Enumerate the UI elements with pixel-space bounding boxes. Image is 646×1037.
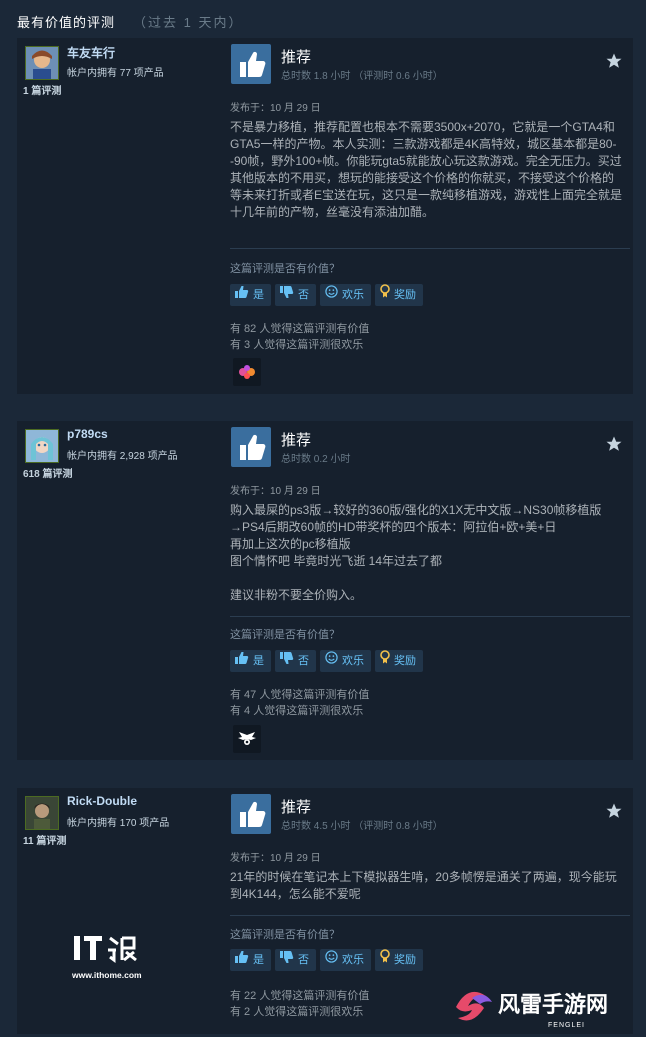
author-products[interactable]: 帐户内拥有 170 项产品	[67, 814, 169, 829]
posted-date: 发布于：10 月 29 日	[230, 853, 321, 864]
divider	[230, 248, 630, 249]
award-button[interactable]: 奖励	[375, 949, 423, 971]
vote-buttons: 是否欢乐 奖励	[230, 650, 427, 672]
thumbs-down-icon	[280, 949, 294, 971]
playtime: 总时数 0.2 小时	[281, 454, 351, 465]
review-verdict: 推荐	[281, 49, 312, 66]
vote-buttons: 是否欢乐 奖励	[230, 949, 427, 971]
star-icon[interactable]	[605, 435, 623, 453]
thumbs-down-icon	[280, 284, 294, 306]
section-title: 最有价值的评测	[17, 15, 116, 30]
award-icon	[380, 949, 390, 971]
avatar[interactable]	[25, 429, 59, 463]
playtime: 总时数 1.8 小时 （评测时 0.6 小时）	[281, 71, 443, 82]
author-name[interactable]: Rick-Double	[67, 794, 137, 808]
thumbs-down-icon	[280, 650, 294, 672]
smiley-icon	[325, 650, 338, 672]
thumbs-up-icon	[235, 650, 249, 672]
avatar[interactable]	[25, 796, 59, 830]
funny-count: 有 2 人觉得这篇评测很欢乐	[230, 1006, 364, 1018]
helpful-question: 这篇评测是否有价值？	[230, 629, 340, 641]
vote-no-button[interactable]: 否	[275, 949, 316, 971]
review-card: p789cs 帐户内拥有 2,928 项产品 618 篇评测 推荐 总时数 0.…	[17, 421, 633, 760]
funny-count: 有 4 人觉得这篇评测很欢乐	[230, 705, 364, 717]
award-wings-icon[interactable]	[233, 725, 261, 753]
vote-yes-button[interactable]: 是	[230, 949, 271, 971]
vote-no-button[interactable]: 否	[275, 284, 316, 306]
posted-date: 发布于：10 月 29 日	[230, 486, 321, 497]
smiley-icon	[325, 949, 338, 971]
playtime: 总时数 4.5 小时 （评测时 0.8 小时）	[281, 821, 443, 832]
thumbs-up-icon	[231, 44, 271, 84]
author-review-count[interactable]: 1 篇评测	[23, 82, 61, 97]
posted-date: 发布于：10 月 29 日	[230, 103, 321, 114]
review-verdict: 推荐	[281, 799, 312, 816]
divider	[230, 915, 630, 916]
award-button[interactable]: 奖励	[375, 284, 423, 306]
vote-funny-button[interactable]: 欢乐	[320, 650, 371, 672]
avatar[interactable]	[25, 46, 59, 80]
thumbs-up-icon	[231, 794, 271, 834]
vote-yes-button[interactable]: 是	[230, 284, 271, 306]
author-name[interactable]: p789cs	[67, 427, 108, 441]
vote-funny-button[interactable]: 欢乐	[320, 284, 371, 306]
section-subtitle: （过去 1 天内）	[133, 15, 244, 30]
fenglei-name: 风雷手游网	[498, 992, 608, 1018]
award-icon	[380, 284, 390, 306]
thumbs-up-icon	[235, 949, 249, 971]
author-products[interactable]: 帐户内拥有 2,928 项产品	[67, 447, 178, 462]
author-review-count[interactable]: 618 篇评测	[23, 465, 72, 480]
smiley-icon	[325, 284, 338, 306]
helpful-count: 有 82 人觉得这篇评测有价值	[230, 323, 370, 335]
helpful-question: 这篇评测是否有价值？	[230, 263, 340, 275]
vote-no-button[interactable]: 否	[275, 650, 316, 672]
review-text: 不是暴力移植，推荐配置也根本不需要3500x+2070，它就是一个GTA4和GT…	[230, 120, 623, 219]
review-verdict: 推荐	[281, 432, 312, 449]
fenglei-sub: FENGLEI	[548, 1022, 585, 1029]
thumbs-up-icon	[235, 284, 249, 306]
award-badge-icon[interactable]	[233, 358, 261, 386]
review-card: 车友车行 帐户内拥有 77 项产品 1 篇评测 推荐 总时数 1.8 小时 （评…	[17, 38, 633, 394]
star-icon[interactable]	[605, 802, 623, 820]
vote-funny-button[interactable]: 欢乐	[320, 949, 371, 971]
award-icon	[380, 650, 390, 672]
vote-buttons: 是否欢乐 奖励	[230, 284, 427, 306]
vote-yes-button[interactable]: 是	[230, 650, 271, 672]
thumbs-up-icon	[231, 427, 271, 467]
star-icon[interactable]	[605, 52, 623, 70]
helpful-count: 有 47 人觉得这篇评测有价值	[230, 689, 370, 701]
author-products[interactable]: 帐户内拥有 77 项产品	[67, 64, 164, 79]
ithome-url: www.ithome.com	[71, 970, 142, 980]
review-text: 21年的时候在笔记本上下模拟器生啃，20多帧愣是通关了两遍，现今能玩到4K144…	[230, 870, 617, 901]
award-button[interactable]: 奖励	[375, 650, 423, 672]
author-review-count[interactable]: 11 篇评测	[23, 832, 66, 847]
divider	[230, 616, 630, 617]
author-name[interactable]: 车友车行	[67, 44, 115, 61]
review-text: 购入最屎的ps3版→较好的360版/强化的X1X无中文版→NS30帧移植版→PS…	[230, 503, 602, 602]
helpful-question: 这篇评测是否有价值？	[230, 929, 340, 941]
ithome-watermark: www.ithome.com	[70, 930, 160, 982]
helpful-count: 有 22 人觉得这篇评测有价值	[230, 990, 370, 1002]
fenglei-watermark: 风雷手游网 FENGLEI	[448, 982, 638, 1032]
section-header: 最有价值的评测 （过去 1 天内）	[17, 12, 243, 32]
funny-count: 有 3 人觉得这篇评测很欢乐	[230, 339, 364, 351]
